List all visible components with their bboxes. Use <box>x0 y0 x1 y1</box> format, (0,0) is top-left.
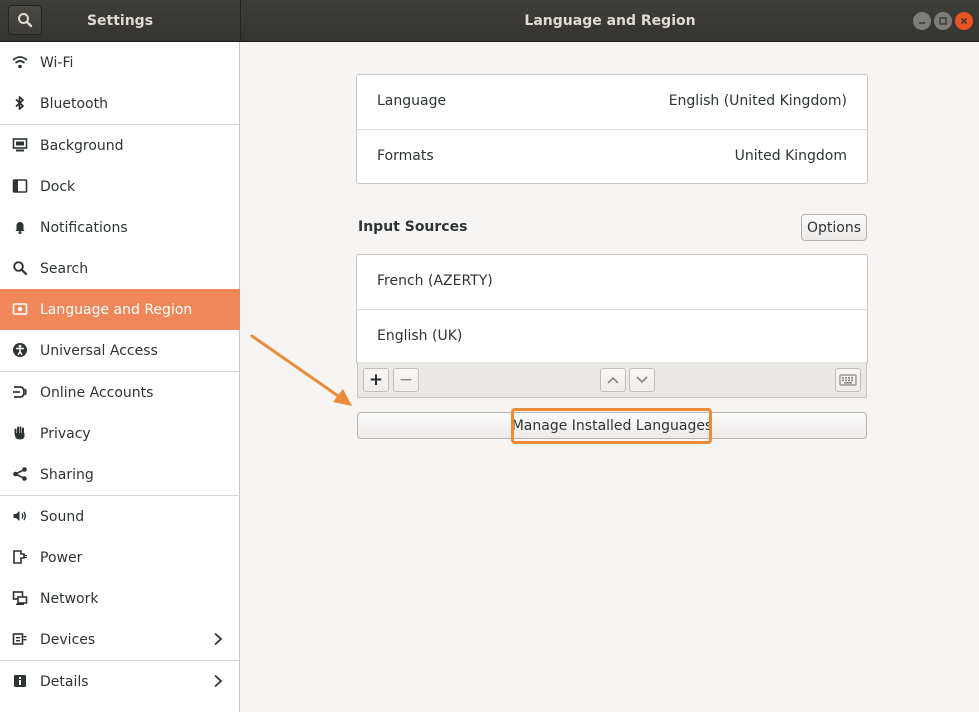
sidebar-item-sound[interactable]: Sound <box>0 496 240 537</box>
sidebar-item-language-and-region[interactable]: Language and Region <box>0 289 240 330</box>
input-source-label: English (UK) <box>377 328 463 344</box>
keyboard-layout-button[interactable] <box>835 368 861 392</box>
language-value: English (United Kingdom) <box>668 93 847 109</box>
sidebar-item-label: Devices <box>40 631 96 648</box>
background-icon <box>11 136 29 154</box>
sidebar-item-label: Online Accounts <box>40 384 154 401</box>
sidebar-item-background[interactable]: Background <box>0 125 240 166</box>
sidebar-item-sharing[interactable]: Sharing <box>0 454 240 495</box>
add-input-source-button[interactable]: + <box>363 368 389 392</box>
input-source-label: French (AZERTY) <box>377 273 493 289</box>
bluetooth-icon <box>11 94 29 112</box>
sidebar-item-label: Privacy <box>40 425 91 442</box>
network-icon <box>11 589 29 607</box>
sidebar-item-label: Search <box>40 260 89 277</box>
online-accounts-icon <box>11 383 29 401</box>
input-sources-title: Input Sources <box>358 219 468 235</box>
sidebar-item-label: Details <box>40 673 89 690</box>
sidebar-item-label: Sharing <box>40 466 94 483</box>
language-row[interactable]: Language English (United Kingdom) <box>357 75 867 129</box>
sidebar-item-label: Network <box>40 590 99 607</box>
bell-icon <box>11 218 29 236</box>
list-item[interactable]: English (UK) <box>357 310 867 364</box>
sidebar-item-label: Notifications <box>40 219 128 236</box>
sidebar-item-label: Wi-Fi <box>40 54 74 71</box>
chevron-right-icon <box>212 632 224 650</box>
remove-input-source-button[interactable]: − <box>393 368 419 392</box>
sidebar-title: Settings <box>86 13 154 29</box>
speaker-icon <box>11 507 29 525</box>
sidebar-item-label: Power <box>40 549 83 566</box>
chevron-down-icon <box>636 376 648 384</box>
options-button[interactable]: Options <box>801 214 867 241</box>
wifi-icon <box>11 53 29 71</box>
sidebar-item-label: Background <box>40 137 124 154</box>
sidebar-item-label: Language and Region <box>40 301 193 318</box>
move-up-button[interactable] <box>600 368 626 392</box>
sidebar-item-universal-access[interactable]: Universal Access <box>0 330 240 371</box>
sidebar-item-label: Bluetooth <box>40 95 108 112</box>
close-button[interactable] <box>955 12 973 30</box>
language-label: Language <box>377 93 447 109</box>
sidebar-item-details[interactable]: Details <box>0 661 240 702</box>
sidebar-item-devices[interactable]: Devices <box>0 619 240 660</box>
accessibility-icon <box>11 341 29 359</box>
search-icon <box>11 259 29 277</box>
window-title: Language and Region <box>524 13 696 29</box>
dock-icon <box>11 177 29 195</box>
sidebar-item-label: Universal Access <box>40 342 158 359</box>
minimize-icon <box>919 22 925 24</box>
hand-icon <box>11 424 29 442</box>
input-sources-list: French (AZERTY) English (UK) <box>356 254 868 363</box>
sidebar-item-wifi[interactable]: Wi-Fi <box>0 42 240 83</box>
chevron-right-icon <box>212 674 224 692</box>
flag-icon <box>11 300 29 318</box>
sidebar-item-notifications[interactable]: Notifications <box>0 207 240 248</box>
minimize-button[interactable] <box>913 12 931 30</box>
chevron-up-icon <box>607 376 619 384</box>
maximize-button[interactable] <box>934 12 952 30</box>
devices-icon <box>11 630 29 648</box>
sidebar-item-label: Sound <box>40 508 85 525</box>
power-icon <box>11 548 29 566</box>
maximize-icon <box>939 17 947 25</box>
sidebar-item-online-accounts[interactable]: Online Accounts <box>0 372 240 413</box>
language-formats-panel: Language English (United Kingdom) Format… <box>356 74 868 184</box>
sidebar-item-label: Dock <box>40 178 76 195</box>
formats-value: United Kingdom <box>734 148 847 164</box>
sidebar-item-privacy[interactable]: Privacy <box>0 413 240 454</box>
close-icon <box>960 17 968 25</box>
header-bar: Settings Language and Region <box>0 0 979 42</box>
share-icon <box>11 465 29 483</box>
sidebar-item-search[interactable]: Search <box>0 248 240 289</box>
keyboard-icon <box>839 374 857 386</box>
sidebar-item-dock[interactable]: Dock <box>0 166 240 207</box>
formats-row[interactable]: Formats United Kingdom <box>357 130 867 184</box>
sidebar-item-bluetooth[interactable]: Bluetooth <box>0 83 240 124</box>
input-sources-toolbar: + − <box>357 362 867 398</box>
highlight-box <box>511 408 712 444</box>
move-down-button[interactable] <box>629 368 655 392</box>
sidebar-item-power[interactable]: Power <box>0 537 240 578</box>
sidebar-item-network[interactable]: Network <box>0 578 240 619</box>
sidebar: Wi-Fi Bluetooth Background Dock Notifica… <box>0 42 240 712</box>
list-item[interactable]: French (AZERTY) <box>357 255 867 309</box>
info-icon <box>11 672 29 690</box>
formats-label: Formats <box>377 148 434 164</box>
